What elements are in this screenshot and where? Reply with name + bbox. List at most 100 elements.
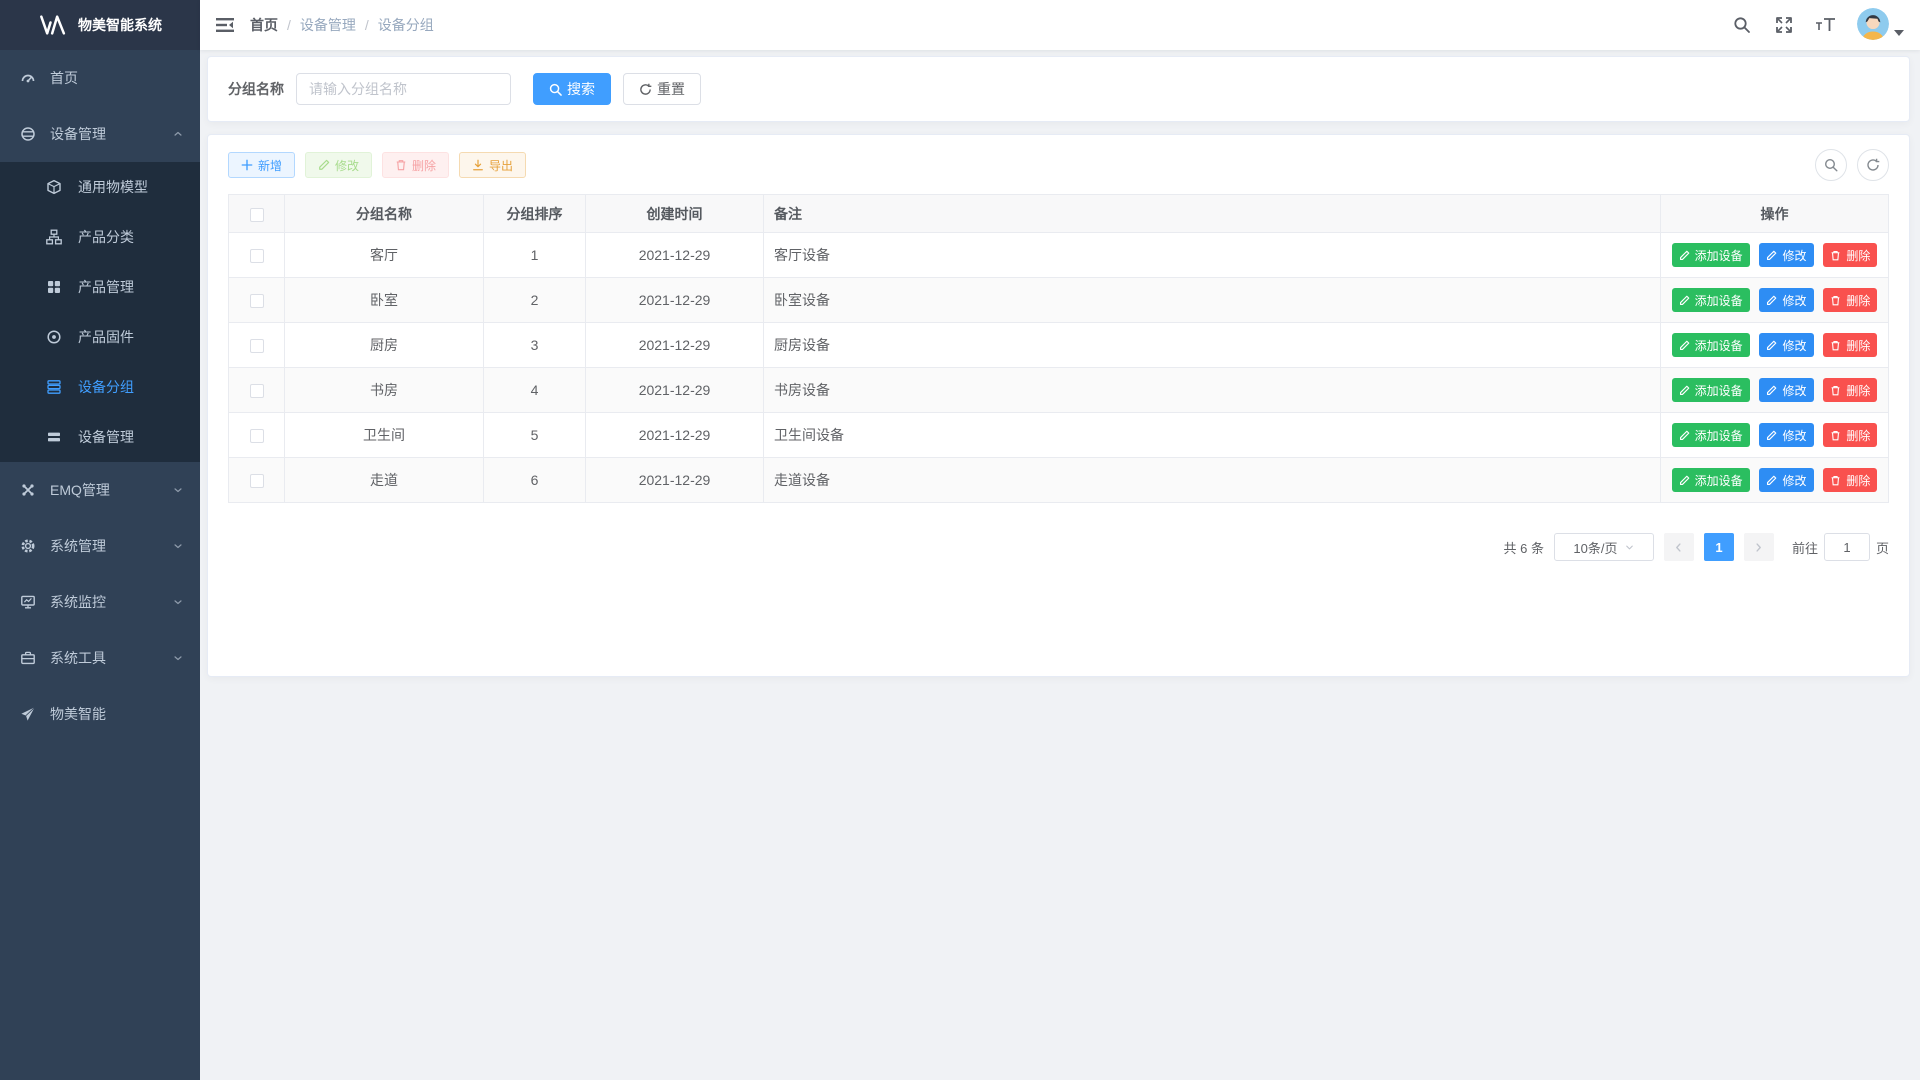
add-device-button[interactable]: 添加设备 bbox=[1672, 288, 1750, 312]
sidebar-item-label: 系统监控 bbox=[50, 592, 106, 612]
sidebar-item-product-management[interactable]: 产品管理 bbox=[0, 262, 200, 312]
sidebar-item-label: 设备管理 bbox=[50, 124, 106, 144]
row-edit-button[interactable]: 修改 bbox=[1759, 468, 1813, 492]
row-delete-button[interactable]: 删除 bbox=[1823, 243, 1877, 267]
row-checkbox[interactable] bbox=[250, 384, 264, 398]
device-management-submenu: 通用物模型 产品分类 bbox=[0, 162, 200, 462]
sidebar-item-system-management[interactable]: 系统管理 bbox=[0, 518, 200, 574]
cell-created-time: 2021-12-29 bbox=[586, 233, 764, 278]
sidebar-item-home[interactable]: 首页 bbox=[0, 50, 200, 106]
search-button[interactable]: 搜索 bbox=[533, 73, 611, 105]
table-tools bbox=[1815, 149, 1889, 181]
sidebar-item-system-tools[interactable]: 系统工具 bbox=[0, 630, 200, 686]
pagination-total: 共 6 条 bbox=[1504, 538, 1544, 557]
select-all-checkbox[interactable] bbox=[250, 208, 264, 222]
toggle-search-button[interactable] bbox=[1815, 149, 1847, 181]
row-delete-button[interactable]: 删除 bbox=[1823, 423, 1877, 447]
prev-page-button[interactable] bbox=[1664, 533, 1694, 561]
row-edit-button[interactable]: 修改 bbox=[1759, 243, 1813, 267]
row-delete-button[interactable]: 删除 bbox=[1823, 333, 1877, 357]
navbar-actions bbox=[1725, 5, 1904, 45]
row-delete-button[interactable]: 删除 bbox=[1823, 378, 1877, 402]
row-checkbox[interactable] bbox=[250, 294, 264, 308]
sidebar-item-device-list[interactable]: 设备管理 bbox=[0, 412, 200, 462]
refresh-icon bbox=[639, 83, 652, 96]
row-checkbox[interactable] bbox=[250, 339, 264, 353]
sidebar-toggle-button[interactable] bbox=[200, 0, 250, 50]
fullscreen-button[interactable] bbox=[1767, 5, 1801, 45]
row-checkbox[interactable] bbox=[250, 249, 264, 263]
sidebar-item-product-category[interactable]: 产品分类 bbox=[0, 212, 200, 262]
table-toolbar: 新增 修改 删除 bbox=[228, 149, 1889, 181]
cell-created-time: 2021-12-29 bbox=[586, 278, 764, 323]
sidebar-item-label: EMQ管理 bbox=[50, 480, 110, 500]
device-group-table: 分组名称 分组排序 创建时间 备注 操作 客厅 1 2021-12-29 bbox=[228, 194, 1889, 503]
add-device-button[interactable]: 添加设备 bbox=[1672, 468, 1750, 492]
add-button[interactable]: 新增 bbox=[228, 152, 295, 178]
delete-button[interactable]: 删除 bbox=[382, 152, 449, 178]
chevron-down-icon bbox=[172, 596, 184, 608]
breadcrumb-device-management: 设备管理 bbox=[300, 15, 356, 35]
cell-remark: 卧室设备 bbox=[764, 278, 1661, 323]
refresh-table-button[interactable] bbox=[1857, 149, 1889, 181]
page-size-select[interactable]: 10条/页 bbox=[1554, 533, 1654, 561]
table-row: 卫生间 5 2021-12-29 卫生间设备 添加设备 修改 删除 bbox=[229, 413, 1889, 458]
group-name-input[interactable] bbox=[296, 73, 511, 105]
cell-created-time: 2021-12-29 bbox=[586, 368, 764, 413]
breadcrumb-separator: / bbox=[287, 17, 291, 33]
sidebar-item-emq-management[interactable]: EMQ管理 bbox=[0, 462, 200, 518]
font-size-icon bbox=[1815, 16, 1837, 34]
edit-icon bbox=[1766, 295, 1777, 306]
sidebar-item-wumei-smart[interactable]: 物美智能 bbox=[0, 686, 200, 742]
app-root: 物美智能系统 首页 设备管理 bbox=[0, 0, 1920, 1080]
app-logo[interactable]: 物美智能系统 bbox=[0, 0, 200, 50]
sidebar-item-system-monitor[interactable]: 系统监控 bbox=[0, 574, 200, 630]
page-jump: 前往 页 bbox=[1792, 533, 1889, 561]
row-delete-button[interactable]: 删除 bbox=[1823, 288, 1877, 312]
chevron-left-icon bbox=[1673, 542, 1684, 553]
row-edit-button[interactable]: 修改 bbox=[1759, 423, 1813, 447]
row-edit-button[interactable]: 修改 bbox=[1759, 333, 1813, 357]
sidebar-item-thing-model[interactable]: 通用物模型 bbox=[0, 162, 200, 212]
next-page-button[interactable] bbox=[1744, 533, 1774, 561]
list-icon bbox=[46, 429, 62, 445]
trash-icon bbox=[395, 159, 407, 171]
sidebar: 物美智能系统 首页 设备管理 bbox=[0, 0, 200, 1080]
plus-icon bbox=[241, 159, 253, 171]
sidebar-item-label: 设备分组 bbox=[78, 377, 134, 397]
add-device-button[interactable]: 添加设备 bbox=[1672, 243, 1750, 267]
add-device-button[interactable]: 添加设备 bbox=[1672, 333, 1750, 357]
cell-remark: 厨房设备 bbox=[764, 323, 1661, 368]
edit-button[interactable]: 修改 bbox=[305, 152, 372, 178]
add-device-button[interactable]: 添加设备 bbox=[1672, 423, 1750, 447]
user-menu[interactable] bbox=[1857, 8, 1904, 42]
row-edit-button[interactable]: 修改 bbox=[1759, 288, 1813, 312]
export-button[interactable]: 导出 bbox=[459, 152, 526, 178]
goto-page-input[interactable] bbox=[1824, 533, 1870, 561]
edit-icon bbox=[1679, 295, 1690, 306]
goto-label: 前往 bbox=[1792, 538, 1818, 557]
group-name-label: 分组名称 bbox=[228, 79, 284, 99]
header-remark: 备注 bbox=[764, 195, 1661, 233]
edit-icon bbox=[1679, 385, 1690, 396]
chevron-down-icon bbox=[172, 540, 184, 552]
page-number-1[interactable]: 1 bbox=[1704, 533, 1734, 561]
edit-icon bbox=[318, 159, 330, 171]
row-delete-button[interactable]: 删除 bbox=[1823, 468, 1877, 492]
reset-button[interactable]: 重置 bbox=[623, 73, 701, 105]
font-size-button[interactable] bbox=[1809, 5, 1843, 45]
row-checkbox[interactable] bbox=[250, 429, 264, 443]
sidebar-item-device-management[interactable]: 设备管理 bbox=[0, 106, 200, 162]
paper-plane-icon bbox=[20, 706, 36, 722]
cell-remark: 走道设备 bbox=[764, 458, 1661, 503]
header-search-button[interactable] bbox=[1725, 5, 1759, 45]
cell-created-time: 2021-12-29 bbox=[586, 458, 764, 503]
breadcrumb-home[interactable]: 首页 bbox=[250, 15, 278, 35]
sidebar-item-device-group[interactable]: 设备分组 bbox=[0, 362, 200, 412]
row-checkbox[interactable] bbox=[250, 474, 264, 488]
trash-icon bbox=[1830, 340, 1841, 351]
row-edit-button[interactable]: 修改 bbox=[1759, 378, 1813, 402]
cell-remark: 客厅设备 bbox=[764, 233, 1661, 278]
add-device-button[interactable]: 添加设备 bbox=[1672, 378, 1750, 402]
sidebar-item-product-firmware[interactable]: 产品固件 bbox=[0, 312, 200, 362]
